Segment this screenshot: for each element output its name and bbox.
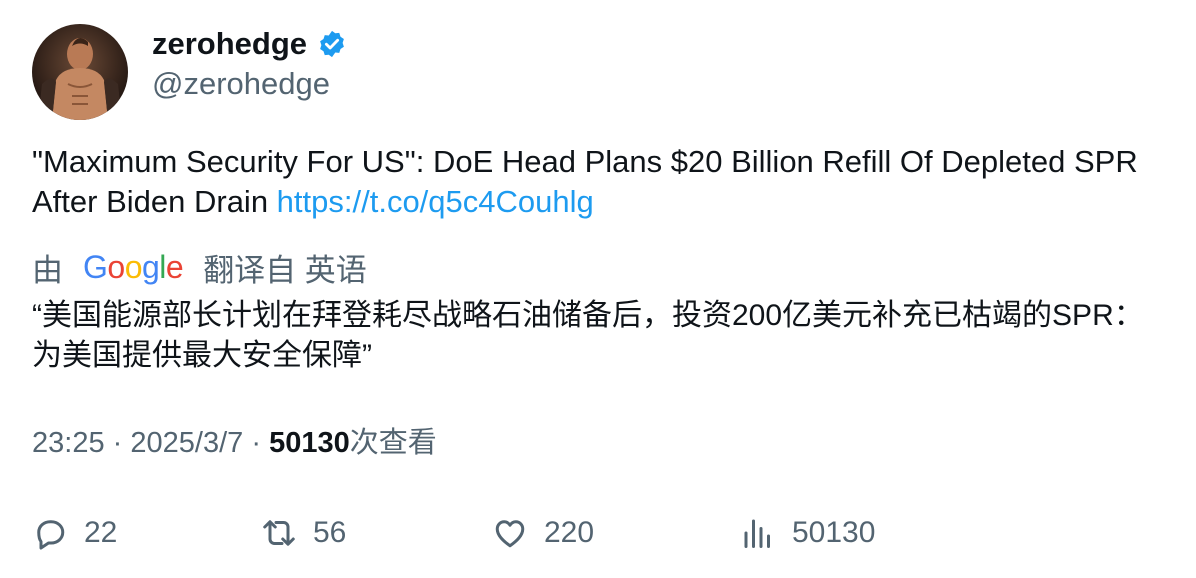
retweet-button[interactable]: 56: [261, 508, 346, 558]
meta-separator: ·: [251, 427, 261, 459]
views-count: 50130: [269, 427, 350, 459]
tweet-body: "Maximum Security For US": DoE Head Plan…: [32, 142, 1142, 222]
tweet-header: zerohedge @zerohedge: [32, 24, 347, 120]
avatar[interactable]: [32, 24, 128, 120]
meta-separator: ·: [112, 427, 123, 459]
translated-text: “美国能源部长计划在拜登耗尽战略石油储备后，投资200亿美元补充已枯竭的SPR：…: [32, 299, 1144, 372]
views-action-count: 50130: [792, 516, 876, 549]
display-name[interactable]: zerohedge: [152, 26, 307, 62]
translation-prefix: 由: [32, 252, 63, 288]
google-logo: Google: [83, 248, 184, 285]
translation-attribution: 由 Google 翻译自 英语: [32, 246, 367, 288]
views-label: 次查看: [349, 427, 437, 459]
views-chart-icon: [744, 519, 770, 548]
heart-icon: [495, 520, 525, 548]
display-name-row: zerohedge: [152, 26, 347, 62]
tweet-date[interactable]: 2025/3/7: [130, 427, 243, 459]
tweet-link[interactable]: https://t.co/q5c4Couhlg: [277, 184, 594, 219]
like-button[interactable]: 220: [492, 508, 594, 558]
reply-count: 22: [84, 516, 118, 549]
verified-badge-icon[interactable]: [317, 29, 347, 59]
author-handle[interactable]: @zerohedge: [152, 64, 347, 104]
views-button[interactable]: 50130: [740, 508, 875, 558]
reply-button[interactable]: 22: [32, 508, 117, 558]
retweet-icon: [263, 520, 295, 546]
reply-icon: [37, 520, 65, 550]
tweet-time[interactable]: 23:25: [32, 427, 105, 459]
translation-suffix: 翻译自 英语: [203, 252, 367, 288]
author-names: zerohedge @zerohedge: [152, 24, 347, 104]
retweet-count: 56: [313, 516, 347, 549]
action-bar: 22 56 220 50130: [32, 508, 1132, 558]
like-count: 220: [544, 516, 595, 549]
tweet-meta: 23:25 · 2025/3/7 · 50130次查看: [32, 422, 437, 464]
